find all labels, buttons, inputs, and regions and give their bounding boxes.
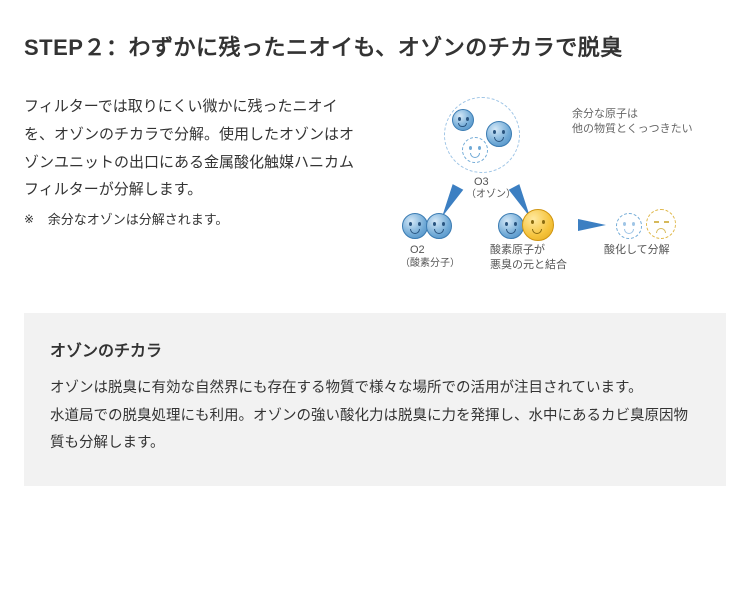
diagram-combine-label-2: 悪臭の元と結合 bbox=[490, 258, 567, 273]
footnote-mark: ※ bbox=[24, 212, 34, 226]
ozone-diagram: 余分な原子は 他の物質とくっつきたい O3 （オゾン） O2 （酸素分子） bbox=[372, 93, 726, 283]
footnote-text: 余分なオゾンは分解されます。 bbox=[48, 212, 229, 227]
callout-body: オゾンは脱臭に有効な自然界にも存在する物質で様々な場所での活用が注目されています… bbox=[50, 375, 700, 458]
odor-molecule-icon bbox=[522, 209, 554, 241]
footnote: ※ 余分なオゾンは分解されます。 bbox=[24, 208, 354, 232]
main-paragraph: フィルターでは取りにくい微かに残ったニオイを、オゾンのチカラで分解。使用したオゾ… bbox=[24, 93, 354, 204]
decomposed-oxygen-icon bbox=[616, 213, 642, 239]
main-text-block: フィルターでは取りにくい微かに残ったニオイを、オゾンのチカラで分解。使用したオゾ… bbox=[24, 93, 354, 283]
arrow-right-icon bbox=[578, 219, 606, 231]
o2-atom-icon bbox=[402, 213, 428, 239]
o3-extra-atom-icon bbox=[462, 137, 488, 163]
diagram-combine-label-1: 酸素原子が bbox=[490, 243, 545, 258]
o3-atom-icon bbox=[486, 121, 512, 147]
diagram-o2-label: O2 bbox=[410, 243, 425, 258]
ozone-callout: オゾンのチカラ オゾンは脱臭に有効な自然界にも存在する物質で様々な場所での活用が… bbox=[24, 313, 726, 486]
oxygen-atom-icon bbox=[498, 213, 524, 239]
callout-title: オゾンのチカラ bbox=[50, 337, 700, 361]
diagram-o2-sublabel: （酸素分子） bbox=[400, 257, 460, 271]
diagram-oxide-label: 酸化して分解 bbox=[604, 243, 670, 258]
o2-atom-icon bbox=[426, 213, 452, 239]
diagram-note: 余分な原子は 他の物質とくっつきたい bbox=[572, 107, 693, 137]
step-heading: STEP２：わずかに残ったニオイも、オゾンのチカラで脱臭 bbox=[24, 30, 726, 65]
decomposed-odor-icon bbox=[646, 209, 676, 239]
main-row: フィルターでは取りにくい微かに残ったニオイを、オゾンのチカラで分解。使用したオゾ… bbox=[24, 93, 726, 283]
